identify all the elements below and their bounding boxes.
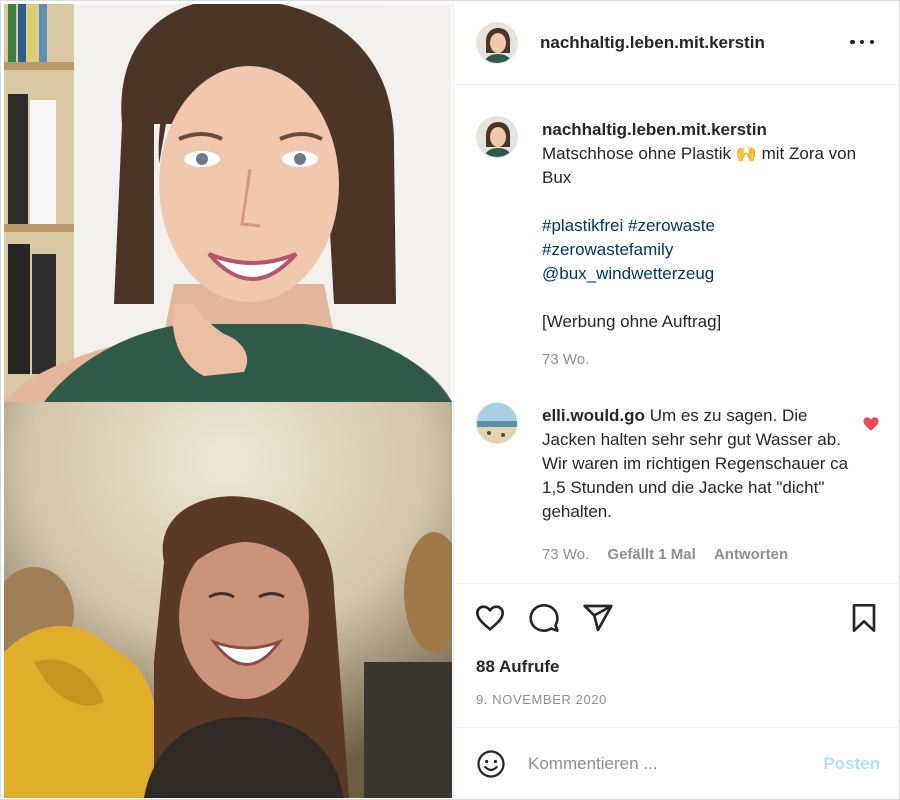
comment-text: elli.would.go Um es zu sagen. Die Jacken… [542, 404, 852, 524]
post-sidebar: nachhaltig.leben.mit.kerstin nachhaltig.… [453, 1, 900, 800]
author-avatar[interactable] [476, 22, 518, 64]
post-date: 9. NOVEMBER 2020 [476, 692, 607, 707]
comment-input[interactable] [528, 750, 798, 778]
video-participant-top [4, 4, 452, 402]
hashtag-zerowastefamily[interactable]: #zerowastefamily [542, 240, 673, 259]
bookmark-icon[interactable] [848, 602, 880, 634]
action-bar: 88 Aufrufe 9. NOVEMBER 2020 [454, 583, 900, 727]
emoji-icon[interactable] [476, 749, 506, 779]
comment-meta: 73 Wo. Gefällt 1 Mal Antworten [542, 546, 802, 563]
hashtag-plastikfrei[interactable]: #plastikfrei [542, 216, 623, 235]
commenter-username[interactable]: elli.would.go [542, 406, 645, 425]
share-icon[interactable] [582, 602, 614, 634]
caption-text: nachhaltig.leben.mit.kerstin Matschhose … [542, 118, 872, 334]
comment-like-heart-icon[interactable] [862, 415, 880, 433]
caption-note: [Werbung ohne Auftrag] [542, 312, 722, 331]
heart-icon[interactable] [474, 602, 506, 634]
mention-bux[interactable]: @bux_windwetterzeug [542, 264, 714, 283]
hashtag-zerowaste[interactable]: #zerowaste [628, 216, 715, 235]
comment-icon[interactable] [528, 602, 560, 634]
comment-likes[interactable]: Gefällt 1 Mal [607, 546, 695, 563]
view-count[interactable]: 88 Aufrufe [476, 657, 559, 677]
caption-body: Matschhose ohne Plastik 🙌 mit Zora von B… [542, 144, 857, 187]
post-header: nachhaltig.leben.mit.kerstin [454, 1, 900, 85]
comment-time[interactable]: 73 Wo. [542, 546, 589, 563]
video-participant-bottom [4, 402, 452, 798]
caption-avatar[interactable] [476, 116, 518, 158]
caption-time[interactable]: 73 Wo. [542, 351, 589, 368]
comments-section: nachhaltig.leben.mit.kerstin Matschhose … [454, 86, 900, 582]
reply-button[interactable]: Antworten [714, 546, 788, 563]
commenter-avatar[interactable] [476, 402, 518, 444]
post-button[interactable]: Posten [814, 754, 880, 774]
post-dialog: nachhaltig.leben.mit.kerstin nachhaltig.… [0, 0, 900, 800]
author-username[interactable]: nachhaltig.leben.mit.kerstin [540, 33, 765, 53]
post-video[interactable] [4, 4, 452, 798]
caption-username[interactable]: nachhaltig.leben.mit.kerstin [542, 118, 872, 142]
comment-form: Posten [454, 727, 900, 800]
more-options-icon[interactable] [850, 37, 874, 47]
